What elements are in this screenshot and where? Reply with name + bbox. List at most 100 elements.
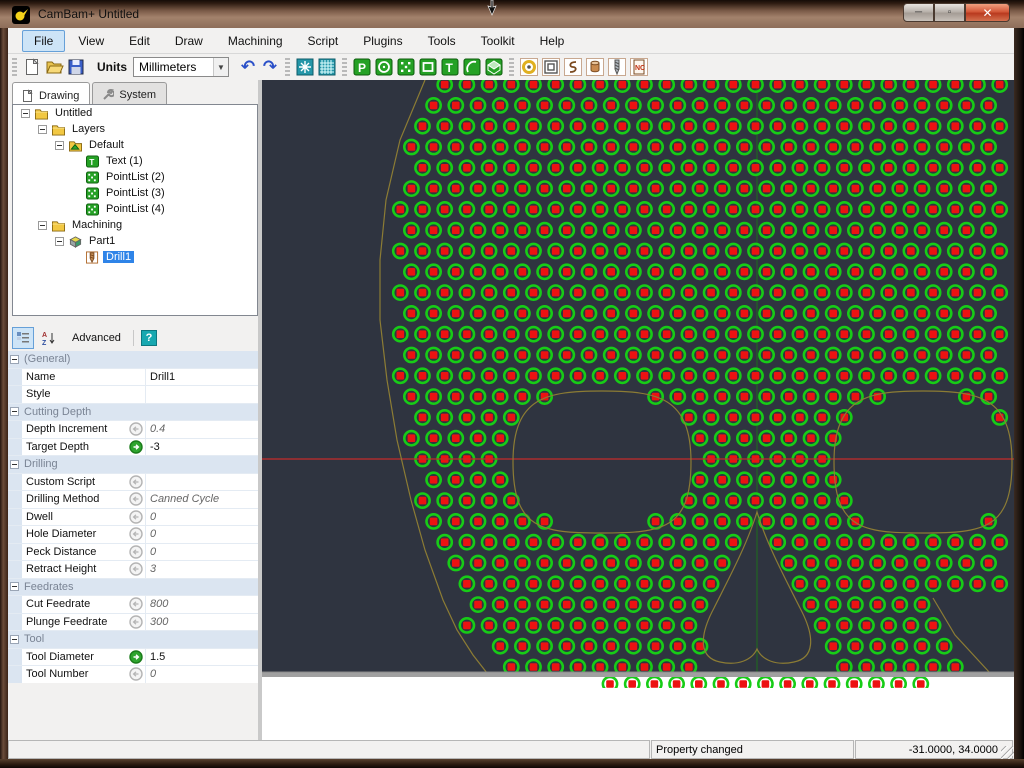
draw-circle-icon[interactable] <box>374 57 394 77</box>
new-file-icon[interactable] <box>22 57 42 77</box>
minimize-button[interactable]: ─ <box>903 3 934 22</box>
tree-item-machining[interactable]: Machining <box>13 217 257 233</box>
maximize-button[interactable]: ▫ <box>934 3 965 22</box>
value-default-icon[interactable] <box>129 527 143 541</box>
tree-item-untitled[interactable]: Untitled <box>13 105 257 121</box>
collapse-icon[interactable] <box>10 460 19 469</box>
tree-item-default[interactable]: Default <box>13 137 257 153</box>
tab-drawing[interactable]: Drawing <box>12 82 90 105</box>
property-row-target-depth[interactable]: Target Depth-3 <box>8 439 260 457</box>
property-row-drilling-method[interactable]: Drilling MethodCanned Cycle <box>8 491 260 509</box>
tree-item-pointlist-4[interactable]: PointList (4) <box>13 201 257 217</box>
resize-grip[interactable] <box>1001 746 1014 759</box>
categorized-view-button[interactable] <box>12 327 34 349</box>
property-value[interactable]: 3 <box>146 561 260 578</box>
advanced-button[interactable]: Advanced <box>64 329 129 347</box>
property-value[interactable] <box>146 474 260 491</box>
property-row-plunge-feedrate[interactable]: Plunge Feedrate300 <box>8 614 260 632</box>
property-row-peck-distance[interactable]: Peck Distance0 <box>8 544 260 562</box>
zoom-extents-icon[interactable] <box>295 57 315 77</box>
redo-button[interactable]: ↷ <box>259 57 281 77</box>
tree-collapse-toggle[interactable] <box>21 109 30 118</box>
close-button[interactable]: ✕ <box>965 3 1010 22</box>
property-value[interactable]: Drill1 <box>146 369 260 386</box>
value-default-icon[interactable] <box>129 475 143 489</box>
value-default-icon[interactable] <box>129 545 143 559</box>
collapse-icon[interactable] <box>10 407 19 416</box>
menu-tools[interactable]: Tools <box>416 30 468 52</box>
alphabetical-sort-button[interactable]: AZ <box>38 327 60 349</box>
property-row-style[interactable]: Style <box>8 386 260 404</box>
menu-file[interactable]: File <box>22 30 65 52</box>
value-default-icon[interactable] <box>129 422 143 436</box>
tree-item-part1[interactable]: Part1 <box>13 233 257 249</box>
property-category[interactable]: (General) <box>8 351 260 369</box>
tree-item-pointlist-2[interactable]: PointList (2) <box>13 169 257 185</box>
units-dropdown[interactable]: Millimeters▼ <box>133 57 229 77</box>
value-default-icon[interactable] <box>129 597 143 611</box>
tab-system[interactable]: System <box>92 82 167 104</box>
tree-collapse-toggle[interactable] <box>38 221 47 230</box>
menu-script[interactable]: Script <box>296 30 351 52</box>
tree-collapse-toggle[interactable] <box>55 141 64 150</box>
property-value[interactable] <box>146 386 260 403</box>
draw-pointlist-icon[interactable] <box>396 57 416 77</box>
tree-item-pointlist-3[interactable]: PointList (3) <box>13 185 257 201</box>
property-value[interactable]: 0 <box>146 526 260 543</box>
drawing-tree[interactable]: UntitledLayersDefaultTText (1)PointList … <box>12 104 258 316</box>
property-value[interactable]: 1.5 <box>146 649 260 666</box>
menu-view[interactable]: View <box>66 30 116 52</box>
machine-profile-icon[interactable] <box>519 57 539 77</box>
machine-pocket-icon[interactable] <box>541 57 561 77</box>
draw-arc-icon[interactable] <box>462 57 482 77</box>
draw-rectangle-icon[interactable] <box>418 57 438 77</box>
menu-help[interactable]: Help <box>528 30 577 52</box>
property-value[interactable]: Canned Cycle <box>146 491 260 508</box>
dropdown-arrow-icon[interactable]: ▼ <box>213 58 228 76</box>
property-grid[interactable]: (General)NameDrill1StyleCutting DepthDep… <box>8 351 260 683</box>
property-row-tool-number[interactable]: Tool Number0 <box>8 666 260 683</box>
property-row-name[interactable]: NameDrill1 <box>8 369 260 387</box>
property-row-retract-height[interactable]: Retract Height3 <box>8 561 260 579</box>
draw-text-icon[interactable]: T <box>440 57 460 77</box>
draw-polyline-icon[interactable]: P <box>352 57 372 77</box>
property-value[interactable]: 800 <box>146 596 260 613</box>
value-default-icon[interactable] <box>129 562 143 576</box>
menu-machining[interactable]: Machining <box>216 30 295 52</box>
property-row-custom-script[interactable]: Custom Script <box>8 474 260 492</box>
machine-lathe-icon[interactable] <box>585 57 605 77</box>
toggle-grid-icon[interactable] <box>317 57 337 77</box>
tree-item-text-1[interactable]: TText (1) <box>13 153 257 169</box>
menu-plugins[interactable]: Plugins <box>351 30 414 52</box>
property-row-cut-feedrate[interactable]: Cut Feedrate800 <box>8 596 260 614</box>
open-file-icon[interactable] <box>44 57 64 77</box>
collapse-icon[interactable] <box>10 582 19 591</box>
property-value[interactable]: -3 <box>146 439 260 456</box>
menu-toolkit[interactable]: Toolkit <box>469 30 527 52</box>
drawing-canvas[interactable] <box>262 80 1014 742</box>
machine-engrave-icon[interactable] <box>563 57 583 77</box>
property-row-hole-diameter[interactable]: Hole Diameter0 <box>8 526 260 544</box>
property-category[interactable]: Tool <box>8 631 260 649</box>
property-row-depth-increment[interactable]: Depth Increment0.4 <box>8 421 260 439</box>
value-default-icon[interactable] <box>129 615 143 629</box>
property-row-dwell[interactable]: Dwell0 <box>8 509 260 527</box>
property-category[interactable]: Drilling <box>8 456 260 474</box>
tree-item-drill1[interactable]: Drill1 <box>13 249 257 265</box>
machine-gcode-icon[interactable]: NC <box>629 57 649 77</box>
undo-button[interactable]: ↶ <box>237 57 259 77</box>
property-value[interactable]: 0 <box>146 544 260 561</box>
property-value[interactable]: 0 <box>146 509 260 526</box>
menu-draw[interactable]: Draw <box>163 30 215 52</box>
title-bar[interactable]: CamBam+ Untitled ─ ▫ ✕ <box>0 0 1024 28</box>
menu-edit[interactable]: Edit <box>117 30 162 52</box>
draw-surface-icon[interactable] <box>484 57 504 77</box>
help-button[interactable]: ? <box>138 327 160 349</box>
value-default-icon[interactable] <box>129 667 143 681</box>
value-set-icon[interactable] <box>129 440 143 454</box>
collapse-icon[interactable] <box>10 355 19 364</box>
tree-item-layers[interactable]: Layers <box>13 121 257 137</box>
value-default-icon[interactable] <box>129 510 143 524</box>
property-value[interactable]: 0 <box>146 666 260 683</box>
property-category[interactable]: Cutting Depth <box>8 404 260 422</box>
